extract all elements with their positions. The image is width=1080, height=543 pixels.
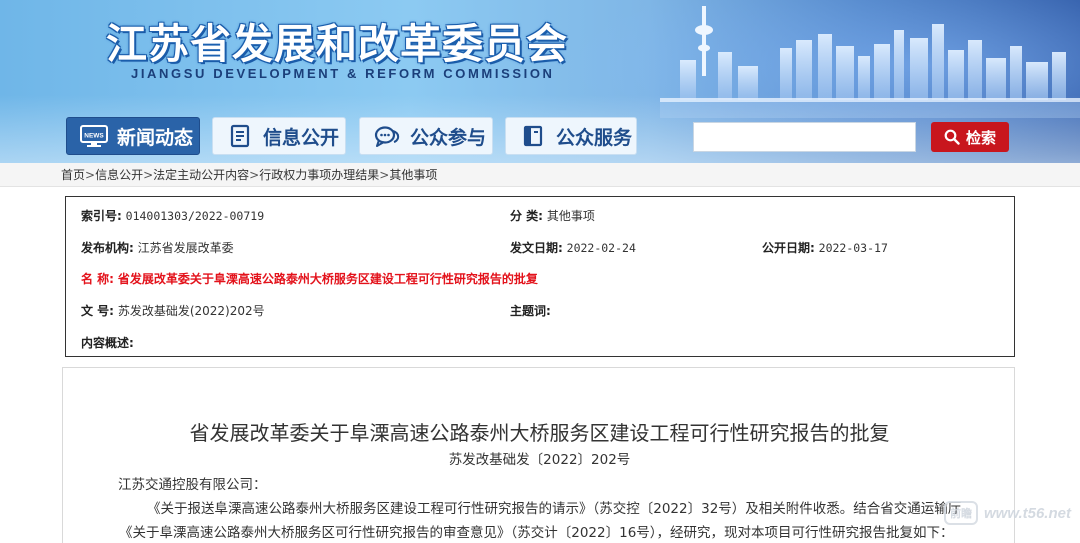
site-title: 江苏省发展和改革委员会 [106, 20, 568, 68]
issue-date-label: 发文日期: [510, 241, 563, 255]
nav-label-public-participation: 公众参与 [410, 126, 487, 149]
search-input[interactable] [693, 122, 916, 152]
public-date-value: 2022-03-17 [818, 241, 888, 255]
breadcrumb-separator: > [143, 168, 154, 182]
info-index: 索引号: 014001303/2022-00719 [81, 207, 264, 224]
docno-value: 苏发改基础发(2022)202号 [117, 304, 265, 318]
news-badge-text: NEWS [84, 133, 104, 140]
info-doc-number: 文 号: 苏发改基础发(2022)202号 [81, 302, 265, 319]
category-label: 分 类: [510, 209, 543, 223]
nav-item-info-disclosure[interactable]: 信息公开 [212, 117, 346, 155]
index-value: 014001303/2022-00719 [125, 209, 265, 223]
watermark-badge: 前瞻 [944, 501, 978, 525]
breadcrumb-home[interactable]: 首页 [61, 168, 85, 182]
info-public-date: 公开日期: 2022-03-17 [762, 239, 888, 256]
article-title: 省发展改革委关于阜溧高速公路泰州大桥服务区建设工程可行性研究报告的批复 [189, 421, 890, 445]
document-icon [225, 121, 255, 151]
article-doc-number: 苏发改基础发〔2022〕202号 [448, 452, 631, 468]
category-value: 其他事项 [546, 209, 595, 223]
info-issue-date: 发文日期: 2022-02-24 [510, 239, 636, 256]
breadcrumb-info-disclosure[interactable]: 信息公开 [95, 168, 143, 182]
issue-date-value: 2022-02-24 [566, 241, 636, 255]
header-banner: 江苏省发展和改革委员会 JIANGSU DEVELOPMENT & REFORM… [0, 0, 1080, 163]
watermark-text: www.t56.net [984, 504, 1071, 522]
article-paragraph: 《关于阜溧高速公路泰州大桥服务区可行性研究报告的审查意见》（苏交计〔2022〕1… [119, 525, 954, 541]
name-label: 名 称: [81, 272, 114, 286]
info-summary: 内容概述: [81, 334, 134, 351]
site-subtitle: JIANGSU DEVELOPMENT & REFORM COMMISSION [131, 66, 555, 81]
publisher-label: 发布机构: [81, 241, 134, 255]
keywords-label: 主题词: [510, 304, 551, 318]
breadcrumb-separator: > [85, 168, 96, 182]
article-body: 省发展改革委关于阜溧高速公路泰州大桥服务区建设工程可行性研究报告的批复 苏发改基… [62, 367, 1015, 543]
nav-label-public-service: 公众服务 [556, 126, 633, 149]
name-value: 省发展改革委关于阜溧高速公路泰州大桥服务区建设工程可行性研究报告的批复 [117, 272, 538, 286]
nav-label-news: 新闻动态 [117, 126, 194, 149]
article-paragraph: 《关于报送阜溧高速公路泰州大桥服务区建设工程可行性研究报告的请示》（苏交控〔20… [147, 501, 962, 517]
search-icon [944, 129, 960, 145]
nav-label-info-disclosure: 信息公开 [263, 126, 340, 149]
info-category: 分 类: 其他事项 [510, 207, 595, 224]
watermark-logo: 前瞻 www.t56.net [944, 498, 1074, 528]
info-publisher: 发布机构: 江苏省发展改革委 [81, 239, 234, 256]
summary-label: 内容概述: [81, 336, 134, 350]
info-keywords: 主题词: [510, 302, 551, 319]
article-addressee: 江苏交通控股有限公司： [118, 477, 267, 493]
chat-icon [372, 121, 402, 151]
search-button-label: 检索 [965, 129, 996, 147]
public-date-label: 公开日期: [762, 241, 815, 255]
book-icon [518, 121, 548, 151]
nav-item-news[interactable]: NEWS 新闻动态 [66, 117, 200, 155]
breadcrumb-admin-power-results[interactable]: 行政权力事项办理结果 [259, 168, 379, 182]
search-button[interactable]: 检索 [931, 122, 1009, 152]
news-icon: NEWS [79, 121, 109, 151]
breadcrumb: 首页>信息公开>法定主动公开内容>行政权力事项办理结果>其他事项 [0, 163, 1080, 187]
publisher-value: 江苏省发展改革委 [137, 241, 234, 255]
nav-item-public-service[interactable]: 公众服务 [505, 117, 637, 155]
breadcrumb-separator: > [249, 168, 260, 182]
docno-label: 文 号: [81, 304, 114, 318]
document-info-table: 索引号: 014001303/2022-00719 分 类: 其他事项 发布机构… [65, 196, 1015, 357]
nav-item-public-participation[interactable]: 公众参与 [359, 117, 493, 155]
breadcrumb-other-matters[interactable]: 其他事项 [389, 168, 437, 182]
breadcrumb-statutory-content[interactable]: 法定主动公开内容 [153, 168, 249, 182]
breadcrumb-separator: > [379, 168, 390, 182]
info-name: 名 称: 省发展改革委关于阜溧高速公路泰州大桥服务区建设工程可行性研究报告的批复 [81, 270, 538, 287]
index-label: 索引号: [81, 209, 122, 223]
